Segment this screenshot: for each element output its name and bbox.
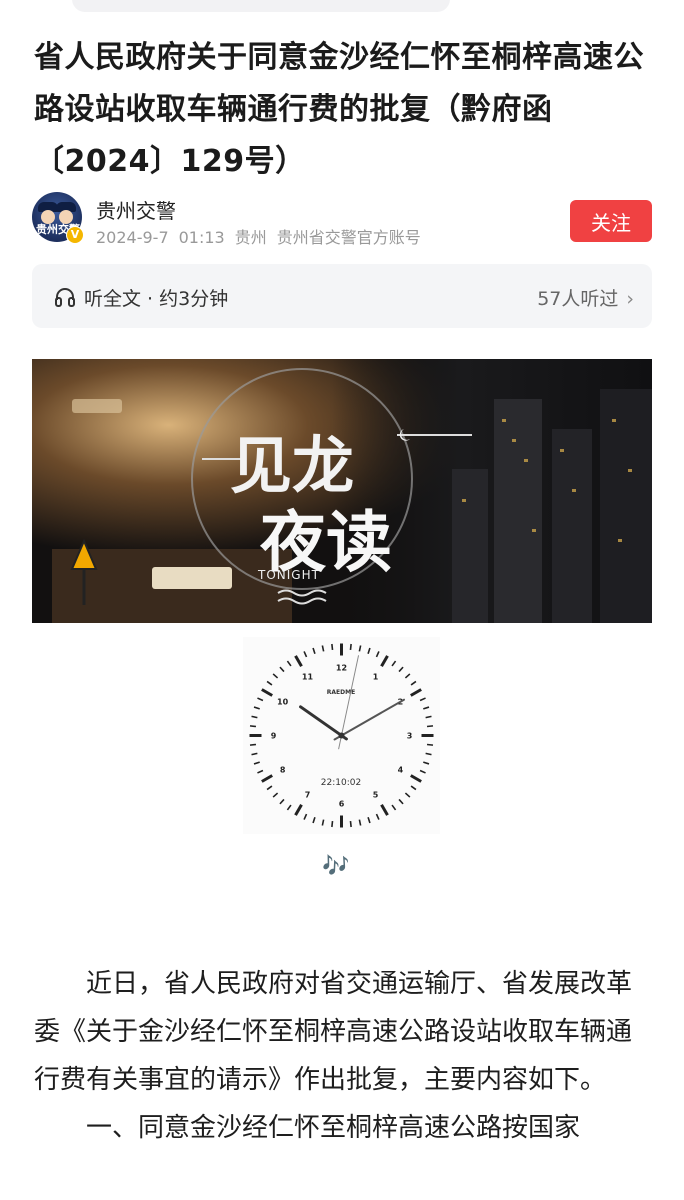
listen-full-text-bar[interactable]: 听全文 · 约3分钟 57人听过 › [32,264,652,328]
clock-tick [286,660,292,667]
clock-tick [410,774,422,783]
post-location: 贵州 [234,228,267,247]
clock-tick [294,804,303,816]
clock-tick [380,655,389,667]
author-header: 贵州交警 V 贵州交警 2024-9-7 01:13 贵州 贵州省交警官方账号 关注 [32,192,652,248]
clock-tick [266,785,273,791]
clock-tick [272,792,279,798]
clock-tick [410,680,417,686]
clock-tick [312,647,316,654]
clock-center [338,732,345,739]
clock-tick [423,706,430,710]
clock-tick [404,792,411,798]
clock-tick [349,643,352,651]
clock-tick [349,820,352,828]
clock-tick [249,725,257,728]
clock-tick [410,688,422,697]
night-reading-banner: 见龙 夜读 TONIGHT [32,359,652,623]
listen-label: 听全文 · 约3分钟 [84,288,229,310]
clock-tick [272,673,279,679]
clock-tick [331,820,334,828]
clock-tick [419,697,426,702]
clock-tick [249,743,257,746]
clock-tick [367,647,371,654]
music-notes-icon: 🎶 [322,854,350,879]
banner-tonight: TONIGHT [257,568,320,582]
clock-tick [266,680,273,686]
clock-number: 8 [280,766,286,775]
clock-tick [426,725,434,728]
body-paragraph-1: 近日，省人民政府对省交通运输厅、省发展改革委《关于金沙经仁怀至桐梓高速公路设站收… [34,969,633,1095]
listener-count: 57人听过 › [537,284,634,311]
clock-tick [358,819,362,826]
clock-tick [312,817,316,824]
clock-tick [391,804,397,811]
clock-tick [358,645,362,652]
article-title: 省人民政府关于同意金沙经仁怀至桐梓高速公路设站收取车辆通行费的批复（黔府函〔20… [34,40,644,179]
clock-number: 3 [407,732,413,741]
follow-button[interactable]: 关注 [570,200,652,242]
clock-tick [425,715,432,719]
clock-tick [253,706,260,710]
clock-number: 6 [339,800,345,809]
listener-count-text: 57人听过 [537,288,619,310]
account-type: 贵州省交警官方账号 [276,228,421,247]
clock-tick [404,673,411,679]
clock-tick [251,715,258,719]
author-meta: 2024-9-7 01:13 贵州 贵州省交警官方账号 [96,224,431,248]
banner-title-line1: 见龙 [230,429,354,502]
clock-tick [391,660,397,667]
clock-tick [375,813,380,820]
article-body: 近日，省人民政府对省交通运输厅、省发展改革委《关于金沙经仁怀至桐梓高速公路设站收… [34,960,654,1152]
clock-tick [426,743,434,746]
clock-tick [303,651,308,658]
clock-number: 11 [302,673,314,682]
clock-tick [261,774,273,783]
clock-number: 12 [336,664,347,673]
clock-tick [279,798,285,805]
top-search-bar[interactable] [72,0,450,12]
verified-badge-icon: V [66,226,84,244]
clock-tick [375,651,380,658]
clock-tick [253,761,260,765]
clock-number: 5 [373,790,379,799]
body-paragraph-2: 一、同意金沙经仁怀至桐梓高速公路按国家 [86,1113,581,1143]
clock-number: 9 [271,732,277,741]
clock-tick [423,761,430,765]
clock-number: 10 [277,698,289,707]
clock-tick [294,655,303,667]
headphones-icon [54,286,76,312]
clock-tick [425,752,432,756]
clock-tick [279,666,285,673]
clock-number: 7 [305,790,311,799]
clock-tick [286,804,292,811]
post-date: 2024-9-7 [96,228,169,247]
clock-tick [419,769,426,774]
clock-tick [257,769,264,774]
clock-digital-time: 22:10:02 [321,778,361,788]
clock-tick [398,666,404,673]
clock-tick [398,798,404,805]
clock-tick [331,643,334,651]
clock-number: 4 [398,766,404,775]
clock-tick [321,645,325,652]
clock-tick [303,813,308,820]
clock-tick [367,817,371,824]
chevron-right-icon: › [626,288,634,310]
clock-tick [257,697,264,702]
clock-tick [251,752,258,756]
post-time: 01:13 [178,228,225,247]
clock-tick [321,819,325,826]
analog-clock: 121234567891011 RAEDME 22:10:02 [243,637,440,834]
clock-tick [380,804,389,816]
clock-tick [410,785,417,791]
author-name[interactable]: 贵州交警 [96,195,176,224]
clock-tick [261,688,273,697]
clock-number: 1 [373,673,379,682]
